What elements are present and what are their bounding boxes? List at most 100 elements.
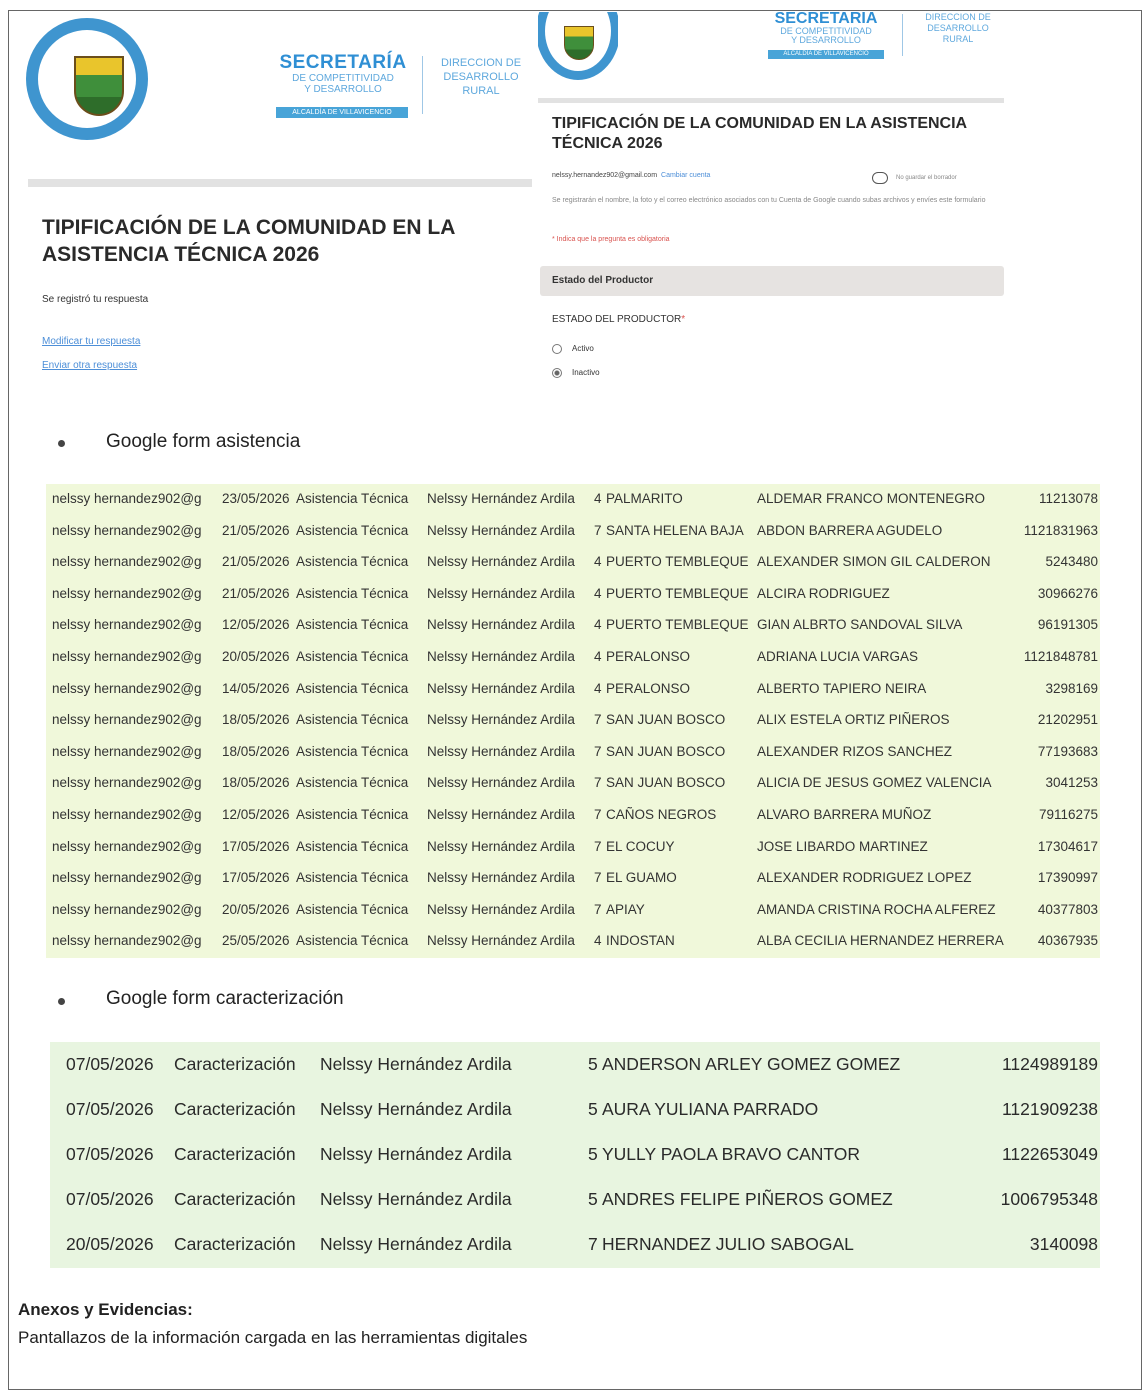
cell-date: 07/05/2026 (66, 1054, 154, 1074)
cell-vereda: SANTA HELENA BAJA (606, 522, 744, 538)
modify-response-link[interactable]: Modificar tu respuesta (42, 336, 140, 347)
cell-id: 1006795348 (1000, 1189, 1098, 1209)
cell-vereda: PUERTO TEMBLEQUE (606, 554, 749, 570)
secretaria-subtitle: DE COMPETITIVIDAD Y DESARROLLO (780, 26, 872, 45)
cell-type: Asistencia Técnica (296, 775, 409, 791)
radio-option-inactivo[interactable]: Inactivo (552, 368, 600, 378)
cell-num: 7 (594, 522, 602, 538)
cell-date: 12/05/2026 (222, 807, 290, 822)
cell-type: Caracterización (174, 1189, 296, 1209)
cell-vereda: EL COCUY (606, 838, 675, 854)
cell-tech: Nelssy Hernández Ardila (320, 1054, 512, 1074)
cell-email: nelssy hernandez902@g (52, 807, 202, 822)
cell-num: 4 (594, 933, 602, 949)
caracterizacion-table: 07/05/2026 Caracterización Nelssy Hernánde… (50, 1042, 1100, 1268)
cell-tech: Nelssy Hernández Ardila (427, 838, 575, 854)
cell-num: 7 (594, 712, 602, 728)
radio-selected-icon[interactable] (552, 368, 562, 378)
cell-type: Asistencia Técnica (296, 585, 409, 601)
cell-tech: Nelssy Hernández Ardila (427, 617, 575, 633)
cell-type: Asistencia Técnica (296, 554, 409, 570)
cell-date: 07/05/2026 (66, 1189, 154, 1209)
cell-name: ALBA CECILIA HERNANDEZ HERRERA (757, 933, 1004, 949)
cell-id: 40377803 (1037, 901, 1098, 917)
cell-email: nelssy hernandez902@g (52, 901, 202, 917)
cell-tech: Nelssy Hernández Ardila (427, 585, 575, 601)
cell-type: Asistencia Técnica (296, 838, 409, 854)
cell-name: ALBERTO TAPIERO NEIRA (757, 680, 927, 696)
anexos-text: Pantallazos de la información cargada en… (18, 1328, 528, 1347)
cell-date: 17/05/2026 (222, 838, 290, 854)
table-row: nelssy hernandez902@g 18/05/2026 Asistenci… (46, 737, 1100, 769)
cell-tech: Nelssy Hernández Ardila (427, 901, 575, 917)
form-title: TIPIFICACIÓN DE LA COMUNIDAD EN LA ASIST… (552, 115, 967, 152)
cell-id: 77193683 (1037, 743, 1098, 759)
cell-date: 14/05/2026 (222, 680, 290, 696)
cell-email: nelssy hernandez902@g (52, 617, 202, 633)
cell-tech: Nelssy Hernández Ardila (427, 491, 575, 506)
cell-name: ALCIRA RODRIGUEZ (757, 585, 890, 601)
cell-email: nelssy hernandez902@g (52, 680, 202, 696)
cell-vereda: PUERTO TEMBLEQUE (606, 585, 749, 601)
radio-icon[interactable] (552, 344, 562, 354)
cell-vereda: SAN JUAN BOSCO (606, 712, 726, 728)
cell-id: 1124989189 (1001, 1054, 1098, 1074)
cell-tech: Nelssy Hernández Ardila (427, 712, 575, 728)
cell-id: 5243480 (1045, 554, 1098, 570)
cell-num: 7 (588, 1234, 598, 1254)
cell-num: 5 (588, 1099, 598, 1119)
registered-message: Se registró tu respuesta (42, 294, 149, 305)
table-row: nelssy hernandez902@g 18/05/2026 Asistenci… (46, 705, 1100, 737)
cell-id: 1121831963 (1023, 522, 1098, 538)
cell-name: AURA YULIANA PARRADO (602, 1099, 819, 1119)
cell-id: 79116275 (1038, 807, 1098, 822)
change-account-link[interactable]: Cambiar cuenta (661, 172, 710, 179)
cell-type: Asistencia Técnica (296, 680, 409, 696)
cell-email: nelssy hernandez902@g (52, 712, 202, 728)
cell-id: 40367935 (1037, 933, 1098, 949)
cell-date: 20/05/2026 (222, 901, 290, 917)
cell-tech: Nelssy Hernández Ardila (320, 1234, 512, 1254)
cell-name: ANDERSON ARLEY GOMEZ GOMEZ (602, 1054, 901, 1074)
cell-tech: Nelssy Hernández Ardila (320, 1144, 512, 1164)
table-row: 20/05/2026 Caracterización Nelssy Hernánde… (50, 1222, 1100, 1267)
cell-num: 5 (588, 1144, 598, 1164)
info-note: Se registrarán el nombre, la foto y el c… (552, 197, 986, 204)
table-row: nelssy hernandez902@g 21/05/2026 Asistenci… (46, 547, 1100, 579)
cell-type: Caracterización (174, 1144, 296, 1164)
radio-option-activo[interactable]: Activo (552, 344, 594, 354)
cell-vereda: PUERTO TEMBLEQUE (606, 617, 749, 633)
table-row: nelssy hernandez902@g 20/05/2026 Asistenci… (46, 895, 1100, 927)
cell-vereda: PALMARITO (606, 491, 683, 506)
cell-tech: Nelssy Hernández Ardila (427, 933, 575, 949)
cell-num: 7 (594, 775, 602, 791)
divider (422, 56, 423, 114)
secretaria-title: SECRETARÍA (279, 52, 407, 73)
cell-type: Asistencia Técnica (296, 933, 409, 949)
cell-name: ALEXANDER RIZOS SANCHEZ (757, 743, 953, 759)
cell-tech: Nelssy Hernández Ardila (427, 554, 575, 570)
cell-type: Caracterización (174, 1099, 296, 1119)
cell-vereda: INDOSTAN (606, 933, 675, 949)
cell-tech: Nelssy Hernández Ardila (427, 680, 575, 696)
required-note: * Indica que la pregunta es obligatoria (552, 236, 670, 243)
cell-vereda: APIAY (606, 901, 645, 917)
cell-id: 1121909238 (1001, 1099, 1098, 1119)
cell-tech: Nelssy Hernández Ardila (320, 1189, 512, 1209)
cell-id: 96191305 (1037, 617, 1098, 633)
table-row: nelssy hernandez902@g 17/05/2026 Asistenci… (46, 863, 1100, 895)
cell-id: 17390997 (1037, 870, 1098, 886)
cell-name: ALDEMAR FRANCO MONTENEGRO (757, 491, 986, 506)
cell-vereda: PERALONSO (606, 649, 691, 664)
cell-name: AMANDA CRISTINA ROCHA ALFEREZ (757, 901, 996, 917)
send-other-response-link[interactable]: Enviar otra respuesta (42, 360, 137, 371)
cell-date: 18/05/2026 (222, 743, 290, 759)
cell-vereda: PERALONSO (606, 680, 691, 696)
header-strip (538, 98, 1004, 103)
cell-email: nelssy hernandez902@g (52, 933, 202, 949)
cell-name: ALIX ESTELA ORTIZ PIÑEROS (757, 712, 950, 728)
cell-date: 21/05/2026 (222, 585, 290, 601)
cell-tech: Nelssy Hernández Ardila (427, 743, 575, 759)
alcaldia-seal-logo (26, 18, 148, 140)
table-row: nelssy hernandez902@g 18/05/2026 Asistenci… (46, 768, 1100, 800)
